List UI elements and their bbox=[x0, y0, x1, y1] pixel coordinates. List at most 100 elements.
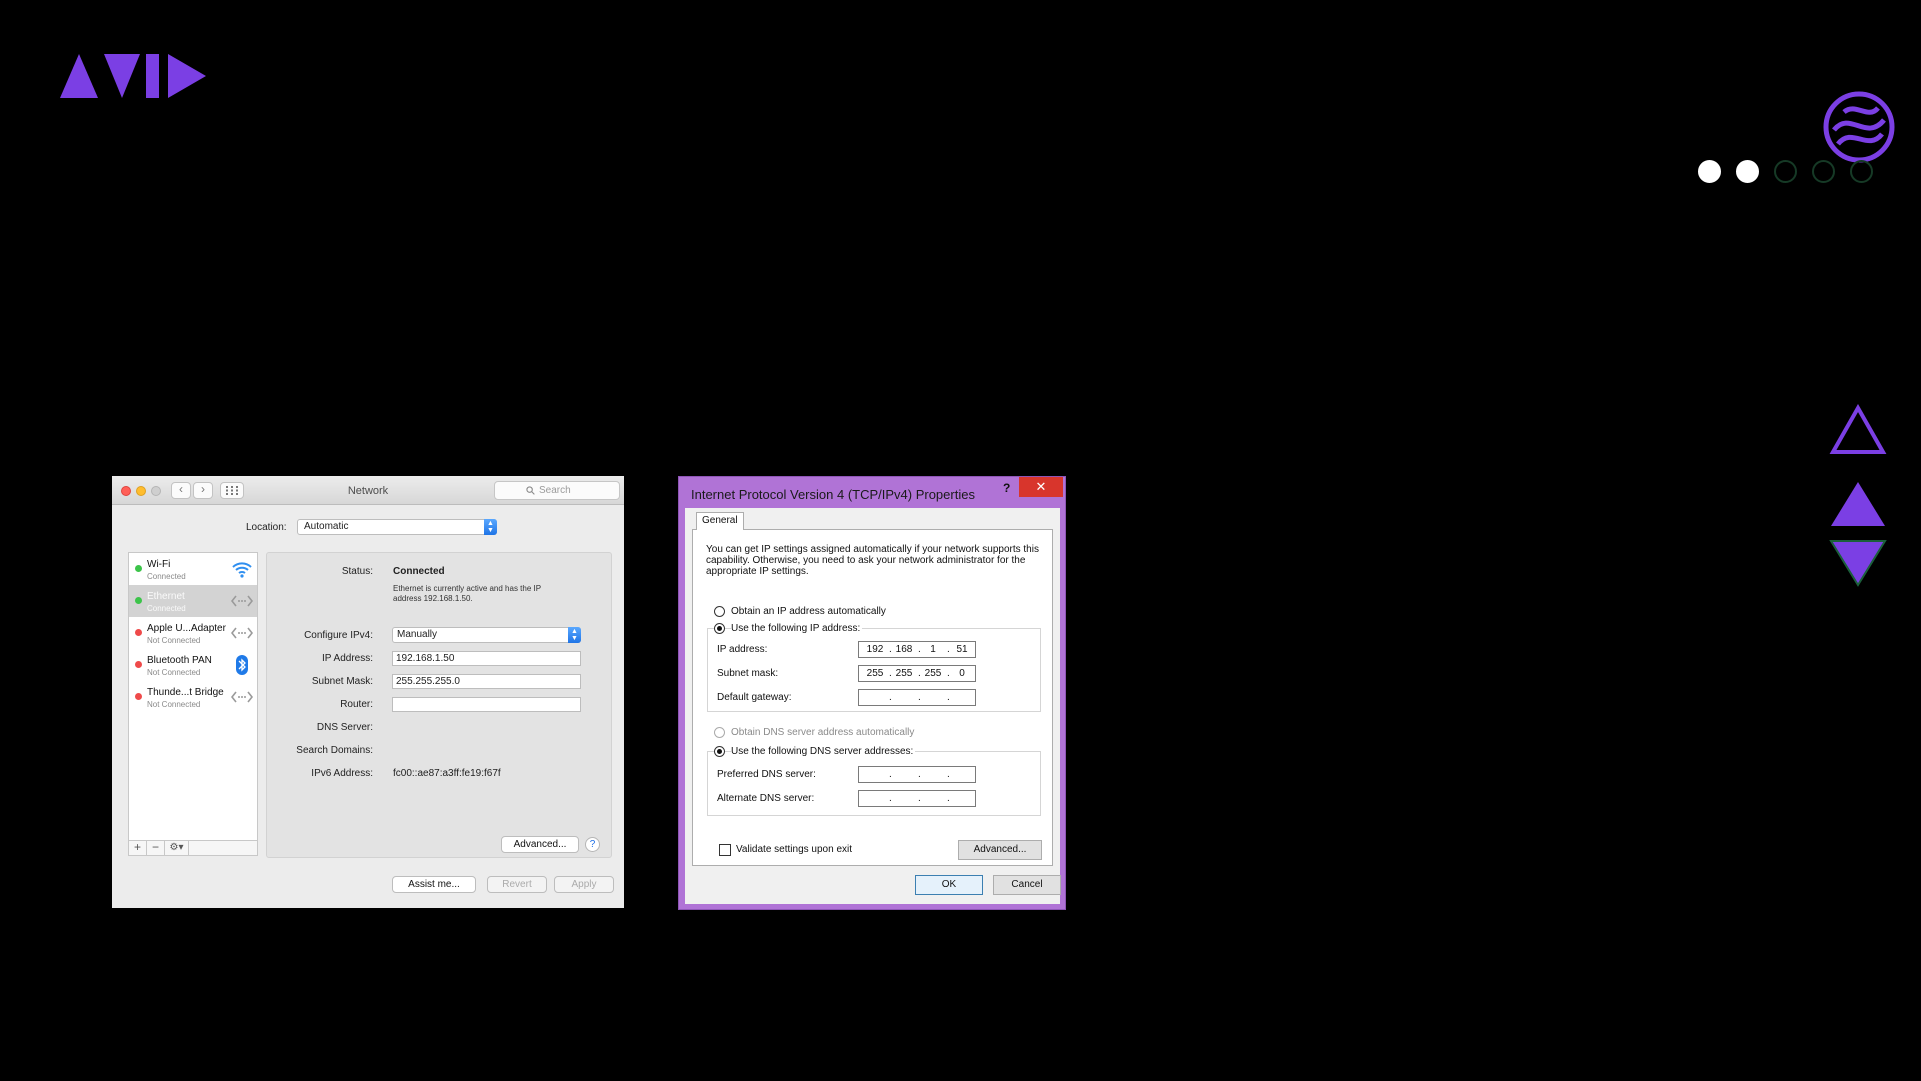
progress-dot[interactable] bbox=[1812, 160, 1835, 183]
ip-address-field[interactable]: 192.168.1.50 bbox=[392, 651, 581, 666]
router-field[interactable] bbox=[392, 697, 581, 712]
obtain-ip-auto-radio[interactable] bbox=[714, 606, 725, 617]
validate-settings-checkbox[interactable] bbox=[719, 844, 731, 856]
ip-address-field[interactable]: 192 168 1 51... bbox=[858, 641, 976, 658]
alternate-dns-label: Alternate DNS server: bbox=[717, 793, 815, 804]
service-name: Ethernet bbox=[147, 591, 185, 602]
network-service-item[interactable]: Thunde...t Bridge Not Connected bbox=[129, 681, 257, 713]
service-name: Wi-Fi bbox=[147, 559, 171, 570]
add-service-button[interactable]: + bbox=[129, 841, 147, 855]
service-status: Not Connected bbox=[147, 700, 201, 709]
general-tab-panel: You can get IP settings assigned automat… bbox=[692, 529, 1053, 866]
mac-titlebar: ‹ › Network Search bbox=[112, 476, 624, 505]
service-status-dot bbox=[135, 661, 142, 668]
slide-progress-dots bbox=[1698, 160, 1873, 183]
search-placeholder: Search bbox=[539, 485, 571, 496]
search-input[interactable]: Search bbox=[494, 481, 620, 500]
help-button[interactable]: ? bbox=[1003, 481, 1010, 495]
subnet-mask-field[interactable]: 255.255.255.0 bbox=[392, 674, 581, 689]
dialog-client-area: General You can get IP settings assigned… bbox=[685, 508, 1061, 904]
progress-dot[interactable] bbox=[1698, 160, 1721, 183]
network-service-list: Wi-Fi Connected Ethernet Connected Apple U..… bbox=[128, 552, 258, 846]
subnet-mask-label: Subnet mask: bbox=[717, 668, 779, 679]
octet-separator: . bbox=[918, 668, 921, 679]
advanced-button[interactable]: Advanced... bbox=[501, 836, 579, 853]
octet-separator: . bbox=[918, 769, 921, 780]
nav-home-triangle-icon[interactable] bbox=[1829, 404, 1887, 456]
ethernet-icon bbox=[231, 627, 253, 639]
intro-text: You can get IP settings assigned automat… bbox=[706, 544, 1039, 577]
status-description: Ethernet is currently active and has the… bbox=[393, 584, 541, 603]
obtain-ip-auto-label[interactable]: Obtain an IP address automatically bbox=[731, 606, 886, 617]
ethernet-icon bbox=[231, 691, 253, 703]
ip-octet: 0 bbox=[959, 668, 965, 679]
octet-separator: . bbox=[889, 793, 892, 804]
octet-separator: . bbox=[889, 769, 892, 780]
service-status-dot bbox=[135, 565, 142, 572]
service-name: Bluetooth PAN bbox=[147, 655, 212, 666]
configure-ipv4-value: Manually bbox=[397, 629, 438, 640]
service-status: Connected bbox=[147, 604, 186, 613]
location-label: Location: bbox=[246, 522, 287, 533]
network-service-item[interactable]: Apple U...Adapter Not Connected bbox=[129, 617, 257, 649]
subnet-mask-field[interactable]: 255 255 255 0... bbox=[858, 665, 976, 682]
service-name: Thunde...t Bridge bbox=[147, 687, 224, 698]
use-following-ip-label[interactable]: Use the following IP address: bbox=[731, 623, 863, 634]
octet-separator: . bbox=[889, 692, 892, 703]
obtain-dns-auto-radio[interactable] bbox=[714, 727, 725, 738]
preferred-dns-label: Preferred DNS server: bbox=[717, 769, 816, 780]
service-status-dot bbox=[135, 597, 142, 604]
octet-separator: . bbox=[947, 769, 950, 780]
ip-octet: 255 bbox=[895, 668, 913, 679]
ipv6-address-label: IPv6 Address: bbox=[311, 768, 373, 779]
help-button[interactable]: ? bbox=[585, 837, 600, 852]
configure-ipv4-select[interactable]: Manually ▲ ▼ bbox=[392, 627, 581, 643]
configure-ipv4-label: Configure IPv4: bbox=[304, 630, 373, 641]
location-select[interactable]: Automatic ▲ ▼ bbox=[297, 519, 497, 535]
apply-button[interactable]: Apply bbox=[554, 876, 614, 893]
status-label: Status: bbox=[341, 566, 373, 577]
service-detail-panel: Status: Connected Ethernet is currently … bbox=[266, 552, 612, 858]
network-service-item[interactable]: Wi-Fi Connected bbox=[129, 553, 257, 585]
network-service-item[interactable]: Bluetooth PAN Not Connected bbox=[129, 649, 257, 681]
service-actions-gear-button[interactable]: ⚙▾ bbox=[165, 841, 189, 855]
use-following-ip-radio[interactable] bbox=[714, 623, 725, 634]
progress-dot[interactable] bbox=[1774, 160, 1797, 183]
tab-general[interactable]: General bbox=[696, 512, 744, 530]
service-status: Not Connected bbox=[147, 636, 201, 645]
ip-octet: 51 bbox=[956, 644, 968, 655]
progress-dot[interactable] bbox=[1736, 160, 1759, 183]
progress-dot[interactable] bbox=[1850, 160, 1873, 183]
preferred-dns-field[interactable]: ... bbox=[858, 766, 976, 783]
nav-next-arrow-icon[interactable] bbox=[1829, 537, 1887, 589]
default-gateway-label: Default gateway: bbox=[717, 692, 792, 703]
ip-octet: 255 bbox=[924, 668, 942, 679]
service-status: Not Connected bbox=[147, 668, 201, 677]
location-value: Automatic bbox=[304, 521, 349, 532]
obtain-dns-auto-label[interactable]: Obtain DNS server address automatically bbox=[731, 727, 914, 738]
brand-mark-icon bbox=[1823, 91, 1895, 163]
validate-settings-label[interactable]: Validate settings upon exit bbox=[736, 844, 852, 855]
nav-previous-arrow-icon[interactable] bbox=[1829, 480, 1887, 532]
use-following-dns-radio[interactable] bbox=[714, 746, 725, 757]
default-gateway-field[interactable]: ... bbox=[858, 689, 976, 706]
advanced-button[interactable]: Advanced... bbox=[958, 840, 1042, 860]
ok-button[interactable]: OK bbox=[915, 875, 983, 895]
remove-service-button[interactable]: − bbox=[147, 841, 165, 855]
revert-button[interactable]: Revert bbox=[487, 876, 547, 893]
chevron-updown-icon: ▲ ▼ bbox=[568, 627, 581, 643]
close-dialog-button[interactable]: ✕ bbox=[1019, 477, 1063, 497]
use-following-dns-label[interactable]: Use the following DNS server addresses: bbox=[731, 746, 916, 757]
ethernet-icon bbox=[231, 595, 253, 607]
service-status-dot bbox=[135, 629, 142, 636]
ip-octet: 168 bbox=[895, 644, 913, 655]
router-label: Router: bbox=[340, 699, 373, 710]
alternate-dns-field[interactable]: ... bbox=[858, 790, 976, 807]
assist-me-button[interactable]: Assist me... bbox=[392, 876, 476, 893]
network-service-item[interactable]: Ethernet Connected bbox=[129, 585, 257, 617]
octet-separator: . bbox=[889, 668, 892, 679]
service-status-dot bbox=[135, 693, 142, 700]
cancel-button[interactable]: Cancel bbox=[993, 875, 1061, 895]
octet-separator: . bbox=[918, 692, 921, 703]
service-status: Connected bbox=[147, 572, 186, 581]
